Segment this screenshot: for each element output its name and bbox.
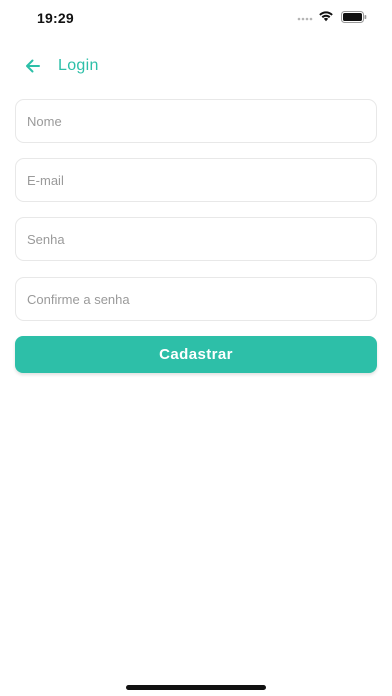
- home-indicator: [126, 685, 266, 690]
- email-input[interactable]: [15, 158, 377, 202]
- confirm-password-input[interactable]: [15, 277, 377, 321]
- wifi-icon: [319, 11, 333, 22]
- password-input[interactable]: [15, 217, 377, 261]
- signal-icon: [297, 17, 313, 21]
- nav-title[interactable]: Login: [58, 57, 99, 75]
- battery-icon: [341, 11, 367, 23]
- status-bar: 19:29: [0, 0, 392, 36]
- back-to-login-link[interactable]: Login: [22, 52, 99, 80]
- register-screen: 19:29 Login Cadastrar: [0, 0, 392, 696]
- arrow-left-icon[interactable]: [22, 55, 44, 77]
- status-time: 19:29: [37, 10, 74, 26]
- name-input[interactable]: [15, 99, 377, 143]
- register-button[interactable]: Cadastrar: [15, 336, 377, 373]
